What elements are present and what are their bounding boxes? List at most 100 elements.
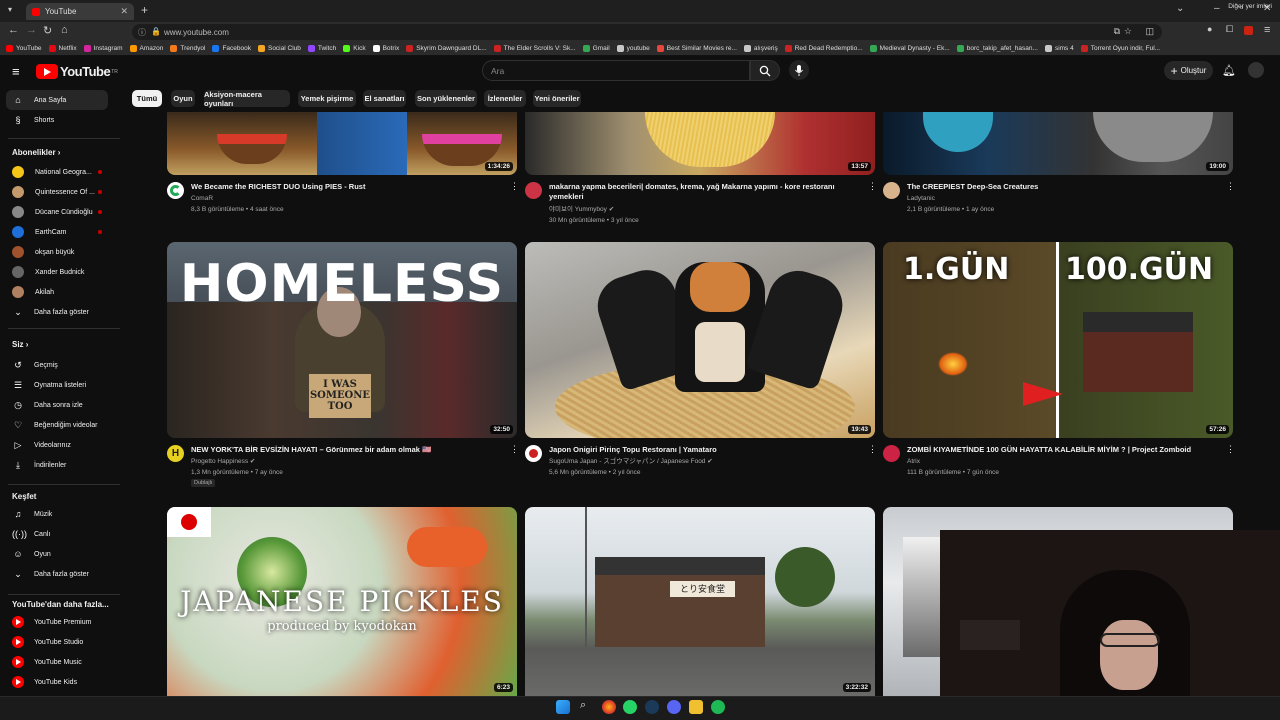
home-icon[interactable]: ⌂ — [61, 24, 68, 36]
more-options-icon[interactable]: ⋮ — [1226, 181, 1235, 192]
firefox-icon[interactable] — [602, 700, 616, 714]
more-options-icon[interactable]: ⋮ — [1226, 444, 1235, 455]
bookmark-item[interactable]: Gmail — [582, 45, 610, 52]
bookmark-item[interactable]: Twitch — [307, 45, 336, 52]
windows-start-icon[interactable] — [556, 700, 570, 714]
channel-avatar[interactable]: H — [167, 445, 184, 462]
sidebar-subscription[interactable]: National Geogra... — [6, 162, 108, 182]
tab-list-icon[interactable]: ⌄ — [1176, 3, 1184, 14]
bookmark-item[interactable]: Facebook — [212, 45, 251, 52]
subscriptions-heading[interactable]: Abonelikler › — [12, 148, 60, 157]
create-button[interactable]: + Oluştur — [1164, 61, 1213, 80]
account-avatar[interactable] — [1248, 62, 1264, 78]
video-thumbnail[interactable]: とり安食堂 3:22:32 — [525, 507, 875, 696]
subscriptions-show-more[interactable]: ⌄ Daha fazla göster — [6, 302, 108, 322]
video-thumbnail[interactable]: HOMELESS I WAS SOMEONE TOO 32:50 — [167, 242, 517, 438]
close-tab-icon[interactable]: ✕ — [120, 6, 128, 17]
whatsapp-icon[interactable] — [623, 700, 637, 714]
video-title[interactable]: Japon Onigiri Pirinç Topu Restoranı | Ya… — [549, 445, 864, 455]
spotify-icon[interactable] — [711, 700, 725, 714]
sidebar-item-youtube-product[interactable]: YouTube Kids — [6, 672, 108, 692]
sidebar-item-live[interactable]: ((·)) Canlı — [6, 524, 108, 544]
bookmark-item[interactable]: The Elder Scrolls V: Sk... — [493, 45, 576, 52]
channel-avatar[interactable] — [883, 445, 900, 462]
sidebar-item-music[interactable]: ♫ Müzik — [6, 504, 108, 524]
file-explorer-icon[interactable] — [689, 700, 703, 714]
bookmark-star-icon[interactable]: ☆ — [1124, 26, 1132, 37]
new-tab-button[interactable]: + — [141, 3, 148, 17]
channel-avatar[interactable] — [883, 182, 900, 199]
tab-search-icon[interactable]: ▾ — [8, 5, 12, 14]
video-title[interactable]: makarna yapma becerileri| domates, krema… — [549, 182, 849, 202]
bookmark-item[interactable]: Amazon — [129, 45, 163, 52]
sidebar-item-playlists[interactable]: ☰ Oynatma listeleri — [6, 375, 108, 395]
video-title[interactable]: NEW YORK'TA BİR EVSİZİN HAYATI – Görünme… — [191, 445, 506, 455]
translate-icon[interactable]: ⧉ — [1114, 26, 1120, 37]
search-button[interactable] — [750, 60, 780, 81]
reload-icon[interactable]: ↻ — [43, 24, 52, 37]
channel-name[interactable]: Progetto Happiness ✔ — [191, 456, 255, 467]
bookmark-item[interactable]: Kick — [343, 45, 366, 52]
sidebar-subscription[interactable]: Quintessence Of ... — [6, 182, 108, 202]
channel-avatar[interactable] — [525, 182, 542, 199]
video-thumbnail[interactable]: 19:00 — [883, 112, 1233, 175]
bookmark-item[interactable]: Botrix — [372, 45, 399, 52]
channel-name[interactable]: SugoUma Japan - スゴウマジャパン / Japanese Food… — [549, 456, 713, 467]
sidebar-item-downloads[interactable]: ⤓ İndirilenler — [6, 455, 108, 475]
channel-avatar[interactable] — [525, 445, 542, 462]
video-title[interactable]: The CREEPIEST Deep-Sea Creatures — [907, 182, 1222, 192]
sidebar-item-liked-videos[interactable]: ♡ Beğendiğim videolar — [6, 415, 108, 435]
sidebar-item-history[interactable]: ↺ Geçmiş — [6, 355, 108, 375]
bookmark-item[interactable]: Best Similar Movies re... — [656, 45, 737, 52]
forward-icon[interactable]: → — [26, 24, 37, 36]
menu-icon[interactable]: ≡ — [12, 64, 20, 79]
video-thumbnail[interactable]: JAPANESE PICKLES produced by kyodokan 6:… — [167, 507, 517, 696]
bookmark-item[interactable]: borc_takip_afet_hasan... — [956, 45, 1038, 52]
voice-search-button[interactable] — [789, 60, 809, 80]
channel-name[interactable]: Ladytanic — [907, 193, 935, 204]
filter-chip[interactable]: Oyun — [171, 90, 195, 107]
sidebar-subscription[interactable]: Dücane Cündioğlu — [6, 202, 108, 222]
sidebar-subscription[interactable]: Akilah — [6, 282, 108, 302]
video-thumbnail[interactable]: 13:57 — [525, 112, 875, 175]
sidebar-item-youtube-product[interactable]: YouTube Premium — [6, 612, 108, 632]
video-title[interactable]: ZOMBİ KIYAMETİNDE 100 GÜN HAYATTA KALABİ… — [907, 445, 1222, 455]
bookmark-item[interactable]: youtube — [616, 45, 650, 52]
filter-chip[interactable]: Aksiyon-macera oyunları — [204, 90, 290, 108]
bookmark-item[interactable]: Trendyol — [170, 45, 205, 52]
profile-icon[interactable]: ● — [1207, 24, 1212, 34]
discord-icon[interactable] — [667, 700, 681, 714]
filter-chip[interactable]: Tümü — [132, 90, 162, 107]
search-input[interactable]: Ara — [482, 60, 750, 81]
filter-chip[interactable]: Yemek pişirme — [298, 90, 356, 107]
sidebar-item-shorts[interactable]: § Shorts — [6, 110, 108, 130]
sidebar-item-youtube-product[interactable]: YouTube Studio — [6, 632, 108, 652]
bookmark-item[interactable]: YouTube — [6, 45, 42, 52]
channel-name[interactable]: ComaR — [191, 193, 213, 204]
other-bookmarks[interactable]: Diğer yer imleri — [1228, 3, 1272, 10]
video-thumbnail[interactable]: 1.GÜN 100.GÜN 57:26 — [883, 242, 1233, 438]
filter-chip[interactable]: Son yüklenenler — [415, 90, 477, 107]
minimize-icon[interactable]: – — [1214, 3, 1220, 14]
more-options-icon[interactable]: ⋮ — [510, 181, 519, 192]
filter-chip[interactable]: İzlenenler — [484, 90, 526, 107]
more-options-icon[interactable]: ⋮ — [868, 444, 877, 455]
channel-name[interactable]: Atrix — [907, 456, 920, 467]
sidebar-subscription[interactable]: okşan büyük — [6, 242, 108, 262]
steam-icon[interactable] — [645, 700, 659, 714]
video-thumbnail[interactable]: 1:34:26 — [167, 112, 517, 175]
address-bar[interactable]: ⓘ 🔒 www.youtube.com ⧉ ☆ ◫ — [132, 24, 1162, 40]
bookmark-item[interactable]: alışveriş — [743, 45, 778, 52]
bookmark-item[interactable]: Torrent Oyun indir, Ful... — [1080, 45, 1160, 52]
extensions-icon[interactable]: ⧠ — [1226, 24, 1233, 35]
bookmark-item[interactable]: sims 4 — [1044, 45, 1074, 52]
sidebar-item-your-videos[interactable]: ▷ Videolarınız — [6, 435, 108, 455]
browser-menu-icon[interactable]: ≡ — [1264, 24, 1270, 36]
sidebar-item-explore-show-more[interactable]: ⌄ Daha fazla göster — [6, 564, 108, 584]
channel-avatar[interactable] — [167, 182, 184, 199]
bookmark-item[interactable]: Netflix — [48, 45, 77, 52]
bookmark-item[interactable]: Social Club — [257, 45, 301, 52]
search-icon[interactable]: ⌕ — [580, 699, 586, 712]
video-title[interactable]: We Became the RICHEST DUO Using PIES - R… — [191, 182, 506, 192]
browser-tab[interactable]: YouTube ✕ — [26, 3, 134, 20]
